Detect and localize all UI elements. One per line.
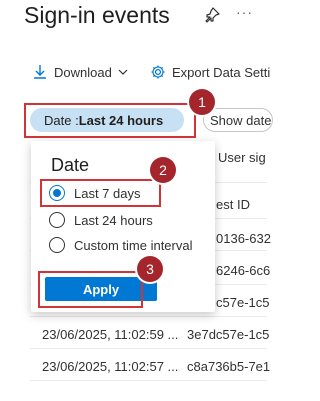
request-id-cell: c57e-1c5	[216, 295, 270, 310]
callout-badge-1: 1	[189, 89, 215, 115]
popup-title: Date	[51, 155, 90, 175]
table-row-request-id[interactable]: c8a736b5-7e1	[187, 359, 270, 374]
request-id-cell: 0136-632	[216, 231, 271, 246]
radio-last-24-hours[interactable]: Last 24 hours	[49, 212, 153, 228]
page-title: Sign-in events	[24, 2, 170, 28]
table-row-date[interactable]: 23/06/2025, 11:02:59 ...	[42, 327, 178, 342]
callout-badge-2: 2	[150, 157, 176, 183]
more-options-icon[interactable]: ···	[236, 4, 253, 20]
highlight-box-date-filter	[24, 103, 196, 138]
highlight-box-apply	[38, 271, 143, 308]
export-label: Export Data Setti	[172, 64, 271, 80]
table-row-date[interactable]: 23/06/2025, 11:02:57 ...	[42, 359, 178, 374]
table-row-request-id[interactable]: 3e7dc57e-1c5	[187, 327, 269, 342]
row-divider	[30, 316, 267, 317]
request-id-column-header: est ID	[216, 197, 250, 212]
gear-icon	[151, 65, 165, 79]
user-column-header: User sig	[218, 150, 266, 165]
callout-badge-3: 3	[137, 256, 163, 282]
request-id-cell: 6246-6c6	[216, 263, 271, 278]
row-divider	[30, 380, 267, 381]
toolbar: Download Export Data Setti	[0, 58, 270, 88]
chevron-down-icon	[118, 69, 128, 75]
highlight-box-last-7-days	[40, 179, 161, 207]
download-button[interactable]: Download	[32, 64, 128, 80]
option-label: Last 24 hours	[74, 212, 153, 228]
download-label: Download	[54, 64, 112, 80]
pin-icon[interactable]	[203, 6, 221, 24]
download-icon	[34, 65, 46, 79]
export-data-settings-button[interactable]: Export Data Setti	[150, 64, 270, 80]
radio-unselected-icon[interactable]	[49, 212, 65, 228]
radio-custom-time-interval[interactable]: Custom time interval	[49, 237, 192, 253]
option-label: Custom time interval	[74, 237, 193, 253]
show-dates-pill[interactable]: Show dates	[203, 108, 273, 132]
row-divider	[30, 348, 267, 349]
radio-unselected-icon[interactable]	[49, 237, 65, 253]
